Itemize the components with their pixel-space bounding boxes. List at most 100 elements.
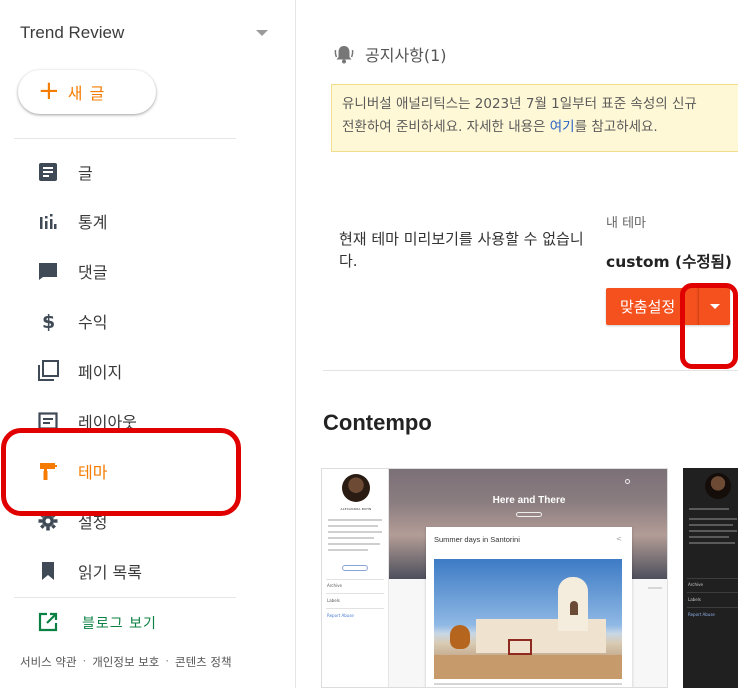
theme-thumbnail-dark[interactable]: Archive Labels Report Abuse xyxy=(683,468,738,688)
text-line xyxy=(328,549,368,551)
sidebar-item-reading-list[interactable]: 읽기 목록 xyxy=(0,551,280,591)
content-policy-link[interactable]: 콘텐츠 정책 xyxy=(175,654,232,670)
menu-divider xyxy=(326,579,384,580)
blog-selector[interactable]: Trend Review xyxy=(20,20,270,46)
sidebar-item-label: 테마 xyxy=(78,463,108,482)
caret-down-icon xyxy=(709,304,720,309)
megaphone-icon xyxy=(333,43,355,65)
thumbnail-menu-labels: Labels xyxy=(327,598,340,603)
separator: · xyxy=(82,654,87,668)
notice-text: 유니버설 애널리틱스는 2023년 7월 1일부터 표준 속성의 신규 xyxy=(342,96,697,112)
theme-roller-icon xyxy=(36,459,60,483)
text-line xyxy=(648,587,662,589)
notice-text-part: 전환하여 준비하세요. 자세한 내용은 xyxy=(342,119,550,135)
my-theme-name: custom (수정됨) xyxy=(606,253,733,271)
thumbnail-report-abuse: Report Abuse xyxy=(327,613,354,618)
posts-icon xyxy=(36,160,60,184)
share-icon: < xyxy=(616,535,622,543)
pages-icon xyxy=(36,359,60,383)
thumbnail-post-card: Summer days in Santorini < xyxy=(426,527,632,687)
sidebar-item-label: 레이아웃 xyxy=(78,413,137,432)
separator: · xyxy=(165,654,170,668)
theme-section-title: Contempo xyxy=(323,410,432,435)
thumbnail-photo xyxy=(434,559,622,679)
thumbnail-pill xyxy=(516,512,542,517)
text-line xyxy=(689,508,729,510)
sidebar-item-earnings[interactable]: $ 수익 xyxy=(0,301,280,341)
text-line xyxy=(689,524,733,526)
sidebar-item-comments[interactable]: 댓글 xyxy=(0,251,280,291)
sidebar-item-settings[interactable]: 설정 xyxy=(0,501,280,541)
open-external-icon xyxy=(38,612,58,636)
divider xyxy=(323,370,738,371)
notice-text-part: 를 참고하세요. xyxy=(574,119,658,135)
theme-thumbnail-light[interactable]: ALEXANDRA BOHN Archive Labels Report Abu… xyxy=(321,468,668,688)
notice-header[interactable]: 공지사항(1) xyxy=(333,42,447,66)
sidebar-item-pages[interactable]: 페이지 xyxy=(0,351,280,391)
avatar xyxy=(705,473,731,499)
plus-icon: + xyxy=(38,75,60,106)
notice-title: 공지사항(1) xyxy=(365,46,447,65)
text-line xyxy=(689,542,735,544)
dollar-icon: $ xyxy=(36,309,60,333)
photo-door xyxy=(570,601,578,615)
text-line xyxy=(328,531,382,533)
sidebar: Trend Review + 새 글 글 통계 댓글 $ 수익 페이지 레이아웃… xyxy=(0,0,296,688)
thumbnail-menu-archive: Archive xyxy=(688,582,703,587)
thumbnail-menu-labels: Labels xyxy=(688,597,701,602)
avatar xyxy=(342,474,370,502)
search-icon xyxy=(625,479,630,484)
chevron-down-icon xyxy=(256,30,268,36)
text-line xyxy=(328,525,378,527)
sidebar-item-theme[interactable]: 테마 xyxy=(0,451,280,491)
footer-links: 서비스 약관 · 개인정보 보호 · 콘텐츠 정책 xyxy=(20,654,232,670)
text-line xyxy=(328,537,374,539)
theme-options-dropdown-button[interactable] xyxy=(698,288,730,325)
text-line xyxy=(434,683,622,685)
text-line xyxy=(328,543,380,545)
notice-box: 유니버설 애널리틱스는 2023년 7월 1일부터 표준 속성의 신규 전환하여… xyxy=(331,84,738,152)
menu-divider xyxy=(326,608,384,609)
sidebar-item-posts[interactable]: 글 xyxy=(0,152,280,192)
photo-railing xyxy=(508,639,532,655)
menu-divider xyxy=(326,593,384,594)
thumbnail-menu-archive: Archive xyxy=(327,583,342,588)
text-line xyxy=(689,530,737,532)
svg-text:$: $ xyxy=(42,311,55,332)
sidebar-item-label: 수익 xyxy=(78,313,108,332)
photo-pot xyxy=(450,625,470,649)
stats-icon xyxy=(36,209,60,233)
thumbnail-hero-title: Here and There xyxy=(492,495,566,506)
blog-name: Trend Review xyxy=(20,23,125,42)
new-post-button[interactable]: + 새 글 xyxy=(18,70,156,114)
my-theme-label: 내 테마 xyxy=(606,216,647,231)
sidebar-item-label: 글 xyxy=(78,164,93,183)
main-content: 공지사항(1) 유니버설 애널리틱스는 2023년 7월 1일부터 표준 속성의… xyxy=(297,0,738,688)
gear-icon xyxy=(36,509,60,533)
menu-divider xyxy=(687,607,738,608)
notice-link[interactable]: 여기 xyxy=(550,119,575,135)
customize-button[interactable]: 맞춤설정 xyxy=(606,288,698,325)
view-blog-link[interactable]: 블로그 보기 xyxy=(0,604,280,640)
thumbnail-author: ALEXANDRA BOHN xyxy=(340,507,372,511)
sidebar-item-label: 페이지 xyxy=(78,363,123,382)
privacy-link[interactable]: 개인정보 보호 xyxy=(92,654,159,670)
menu-divider xyxy=(687,578,738,579)
thumbnail-sidebar: ALEXANDRA BOHN Archive Labels Report Abu… xyxy=(322,469,389,687)
comments-icon xyxy=(36,259,60,283)
sidebar-item-layout[interactable]: 레이아웃 xyxy=(0,401,280,441)
sidebar-item-label: 댓글 xyxy=(78,263,108,282)
notice-text: 전환하여 준비하세요. 자세한 내용은 여기를 참고하세요. xyxy=(342,116,738,139)
thumbnail-report-abuse: Report Abuse xyxy=(688,612,715,617)
bookmark-icon xyxy=(36,559,60,583)
divider xyxy=(14,597,236,598)
divider xyxy=(14,138,236,139)
terms-link[interactable]: 서비스 약관 xyxy=(20,654,77,670)
sidebar-item-label: 읽기 목록 xyxy=(78,563,142,582)
sidebar-item-label: 통계 xyxy=(78,213,108,232)
text-line xyxy=(689,536,729,538)
thumbnail-pill xyxy=(342,565,368,571)
photo-ground xyxy=(434,655,622,679)
sidebar-item-label: 설정 xyxy=(78,513,108,532)
sidebar-item-stats[interactable]: 통계 xyxy=(0,201,280,241)
